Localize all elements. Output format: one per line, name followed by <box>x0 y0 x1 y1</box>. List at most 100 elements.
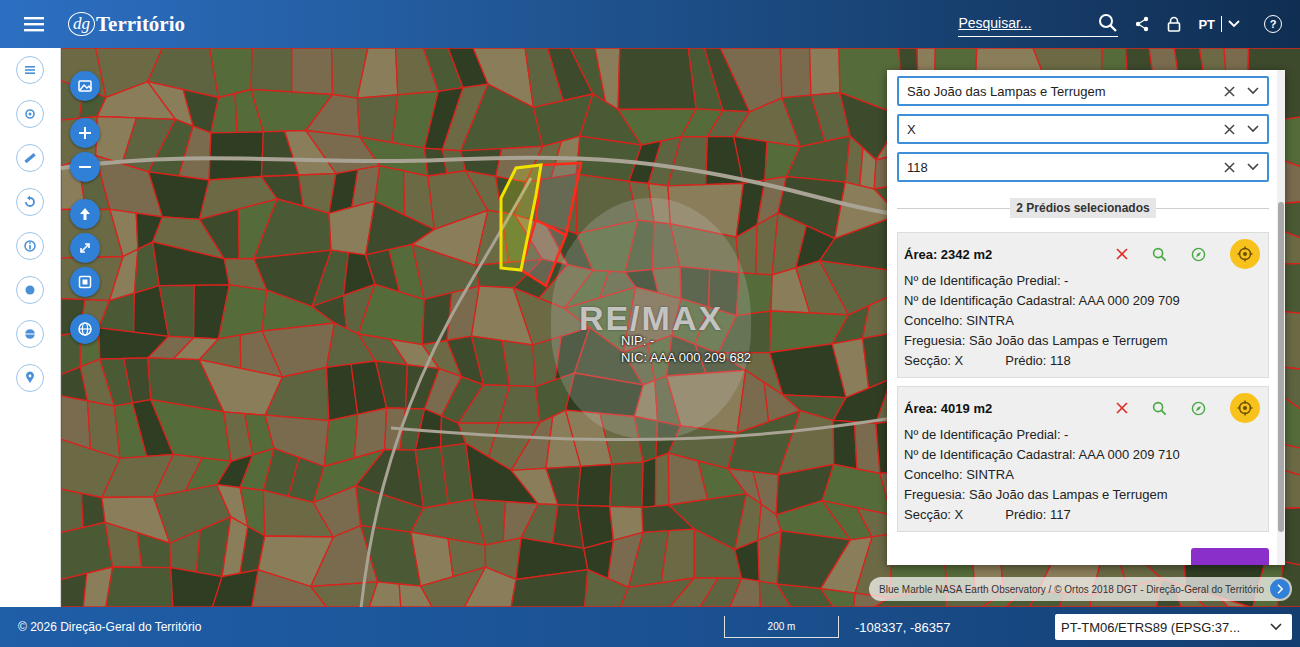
zoom-icon[interactable] <box>1152 247 1167 262</box>
parcel[interactable] <box>546 466 581 505</box>
parcel[interactable] <box>106 567 173 607</box>
parcel[interactable] <box>735 540 760 581</box>
parcel[interactable] <box>821 589 855 607</box>
basemap-button[interactable] <box>70 71 100 101</box>
parcel[interactable] <box>734 137 767 184</box>
parcel[interactable] <box>642 458 656 508</box>
parcel[interactable] <box>311 582 378 607</box>
parcel[interactable] <box>730 578 760 607</box>
parcel[interactable] <box>521 504 558 543</box>
filter-select[interactable]: São João das Lampas e Terrugem <box>897 76 1269 106</box>
parcel[interactable] <box>292 48 333 95</box>
parcel[interactable] <box>213 570 259 607</box>
remove-icon[interactable] <box>1116 248 1128 260</box>
parcel[interactable] <box>618 48 696 110</box>
parcel[interactable] <box>138 533 171 568</box>
parcel[interactable] <box>211 94 237 133</box>
chevron-down-icon[interactable] <box>1247 163 1259 171</box>
clear-icon[interactable] <box>1224 86 1235 97</box>
panel-scrollbar[interactable] <box>1277 70 1285 565</box>
parcel[interactable] <box>860 148 876 189</box>
parcel[interactable] <box>461 84 543 151</box>
compass-icon[interactable] <box>1191 401 1206 416</box>
parcel[interactable] <box>502 341 536 387</box>
tool-button[interactable] <box>16 320 44 348</box>
projection-select[interactable]: PT-TM06/ETRS89 (EPSG:37... <box>1055 614 1292 640</box>
parcel[interactable] <box>465 567 517 607</box>
parcel[interactable] <box>209 132 263 180</box>
lock-icon[interactable] <box>1166 16 1182 32</box>
action-button[interactable] <box>1191 548 1269 565</box>
parcel[interactable] <box>251 48 292 92</box>
map[interactable]: RE/MAX NIP: -NIC: AAA 000 209 682 São Jo… <box>61 48 1300 607</box>
scrollbar-thumb[interactable] <box>1278 202 1284 532</box>
search-icon[interactable] <box>1098 13 1118 33</box>
compass-icon[interactable] <box>1191 247 1206 262</box>
parcel[interactable] <box>219 285 267 339</box>
language-selector[interactable]: PT <box>1198 16 1240 32</box>
tool-button[interactable] <box>16 364 44 392</box>
parcel[interactable] <box>99 293 135 332</box>
filter-select[interactable]: 118 <box>897 152 1269 182</box>
chevron-down-icon[interactable] <box>1247 125 1259 133</box>
help-button[interactable]: ? <box>1264 15 1282 33</box>
parcel[interactable] <box>610 462 644 507</box>
zoom-out-button[interactable] <box>70 152 100 182</box>
parcel[interactable] <box>833 420 857 469</box>
zoom-in-button[interactable] <box>70 118 100 148</box>
zoom-icon[interactable] <box>1152 401 1167 416</box>
parcel[interactable] <box>585 570 629 607</box>
chevron-down-icon[interactable] <box>1247 87 1259 95</box>
fullscreen-button[interactable] <box>70 233 100 263</box>
parcel[interactable] <box>61 573 87 607</box>
parcel[interactable] <box>786 136 850 182</box>
parcel[interactable] <box>473 499 506 545</box>
parcel[interactable] <box>357 48 398 98</box>
attribution-toggle[interactable] <box>1270 579 1290 599</box>
parcel[interactable] <box>499 386 540 423</box>
extent-button[interactable] <box>70 267 100 297</box>
parcel[interactable] <box>61 489 83 533</box>
parcel[interactable] <box>124 358 151 403</box>
parcel[interactable] <box>151 400 231 462</box>
filter-select[interactable]: X <box>897 114 1269 144</box>
parcel[interactable] <box>778 411 833 475</box>
highlight-button[interactable] <box>1230 393 1260 423</box>
parcel[interactable] <box>105 522 141 567</box>
parcel[interactable] <box>210 48 253 98</box>
parcel[interactable] <box>511 570 588 607</box>
parcel[interactable] <box>254 199 331 259</box>
parcel[interactable] <box>153 242 230 286</box>
parcel[interactable] <box>200 209 240 259</box>
tool-button[interactable] <box>16 188 44 216</box>
parcel[interactable] <box>668 453 707 505</box>
parcel[interactable] <box>265 367 329 420</box>
parcel[interactable] <box>306 95 360 138</box>
parcel[interactable] <box>810 48 840 95</box>
menu-icon[interactable] <box>24 16 44 32</box>
parcel[interactable] <box>661 529 694 583</box>
parcel[interactable] <box>356 486 424 532</box>
parcel[interactable] <box>577 464 612 506</box>
parcel[interactable] <box>179 126 211 180</box>
highlight-button[interactable] <box>1230 239 1260 269</box>
share-icon[interactable] <box>1134 16 1150 32</box>
parcel[interactable] <box>170 530 201 572</box>
tool-button[interactable] <box>16 276 44 304</box>
clear-icon[interactable] <box>1224 124 1235 135</box>
parcel[interactable] <box>780 48 811 98</box>
parcel[interactable] <box>376 361 408 409</box>
tool-button[interactable] <box>16 144 44 172</box>
parcel[interactable] <box>159 285 194 337</box>
locate-button[interactable] <box>70 314 100 344</box>
search-field[interactable]: Pesquisar... <box>958 11 1118 37</box>
highlighted-parcel[interactable] <box>501 165 541 270</box>
parcel[interactable] <box>655 453 669 506</box>
logo[interactable]: dg Território <box>68 12 185 37</box>
north-button[interactable] <box>70 199 100 229</box>
parcel[interactable] <box>369 582 400 607</box>
parcel[interactable] <box>668 137 707 186</box>
parcel[interactable] <box>110 209 138 256</box>
parcel[interactable] <box>694 529 741 578</box>
tool-button[interactable] <box>16 232 44 260</box>
